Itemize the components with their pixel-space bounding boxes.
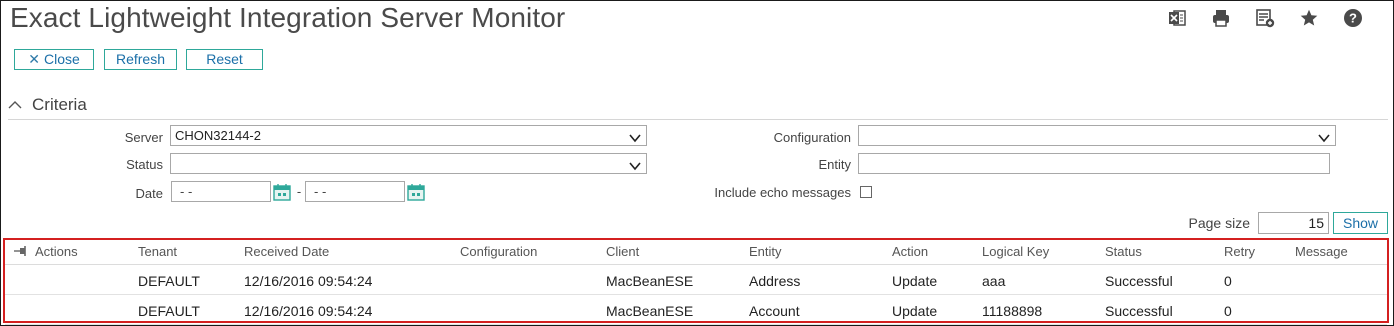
table-row[interactable]: DEFAULT 12/16/2016 09:54:24 MacBeanESE A… [5,265,1387,295]
refresh-button[interactable]: Refresh [104,49,177,70]
calendar-icon[interactable] [273,183,291,201]
server-label: Server [124,130,163,145]
configuration-select[interactable] [858,125,1336,146]
criteria-toggle[interactable]: Criteria [8,95,87,115]
column-header-action[interactable]: Action [892,244,928,259]
pin-icon[interactable] [13,245,29,260]
close-button[interactable]: ✕ Close [14,49,94,70]
criteria-heading: Criteria [32,95,87,114]
cell-retry: 0 [1224,303,1232,319]
column-header-retry[interactable]: Retry [1224,244,1255,259]
chevron-down-icon [629,129,641,148]
configuration-label: Configuration [773,130,851,145]
column-header-tenant[interactable]: Tenant [138,244,177,259]
cell-action: Update [892,273,938,289]
cell-logical-key: aaa [982,273,1006,289]
table-row[interactable]: DEFAULT 12/16/2016 09:54:24 MacBeanESE A… [5,295,1387,325]
chevron-down-icon [629,157,641,176]
add-to-list-icon[interactable] [1254,7,1276,29]
column-header-status[interactable]: Status [1105,244,1142,259]
star-icon[interactable] [1298,7,1320,29]
column-header-client[interactable]: Client [606,244,639,259]
help-icon[interactable]: ? [1342,7,1364,29]
cell-action: Update [892,303,938,319]
print-icon[interactable] [1210,7,1232,29]
date-from-input[interactable]: - - [171,181,271,202]
close-button-label: Close [43,51,80,67]
date-to-input[interactable]: - - [305,181,405,202]
cell-client: MacBeanESE [606,273,694,289]
column-header-logical-key[interactable]: Logical Key [982,244,1049,259]
echo-messages-label: Include echo messages [714,185,851,200]
cell-tenant: DEFAULT [138,303,200,319]
column-header-configuration[interactable]: Configuration [460,244,537,259]
cell-entity: Account [749,303,800,319]
cell-retry: 0 [1224,273,1232,289]
column-header-actions[interactable]: Actions [35,244,78,259]
entity-input[interactable] [858,153,1330,174]
cell-entity: Address [749,273,801,289]
svg-text:?: ? [1349,11,1357,26]
cell-received-date: 12/16/2016 09:54:24 [244,273,373,289]
top-toolbar: ? [1144,7,1364,29]
column-header-received-date[interactable]: Received Date [244,244,329,259]
refresh-button-label: Refresh [115,51,166,67]
excel-icon[interactable] [1166,7,1188,29]
calendar-icon[interactable] [407,183,425,201]
server-select[interactable]: CHON32144-2 [170,125,647,146]
results-grid: Actions Tenant Received Date Configurati… [3,238,1389,325]
reset-button-label: Reset [206,51,243,67]
status-select[interactable] [170,153,647,174]
show-button[interactable]: Show [1333,212,1388,234]
reset-button[interactable]: Reset [186,49,263,70]
chevron-up-icon [8,95,22,115]
entity-label: Entity [818,157,851,172]
cell-logical-key: 11188898 [982,303,1043,319]
page-title: Exact Lightweight Integration Server Mon… [10,2,566,33]
cell-status: Successful [1105,273,1173,289]
cell-status: Successful [1105,303,1173,319]
echo-messages-checkbox[interactable] [860,186,872,198]
criteria-divider [8,119,1388,120]
date-label: Date [135,186,163,201]
date-range-separator: - [296,184,302,199]
status-label: Status [126,157,163,172]
page-size-input[interactable]: 15 [1258,212,1329,234]
cell-received-date: 12/16/2016 09:54:24 [244,303,373,319]
column-header-message[interactable]: Message [1295,244,1348,259]
server-select-value: CHON32144-2 [175,128,261,143]
chevron-down-icon [1318,129,1330,148]
page-size-label: Page size [1188,215,1250,231]
close-icon: ✕ [28,51,40,67]
column-header-entity[interactable]: Entity [749,244,782,259]
grid-header: Actions Tenant Received Date Configurati… [5,240,1387,265]
cell-client: MacBeanESE [606,303,694,319]
cell-tenant: DEFAULT [138,273,200,289]
